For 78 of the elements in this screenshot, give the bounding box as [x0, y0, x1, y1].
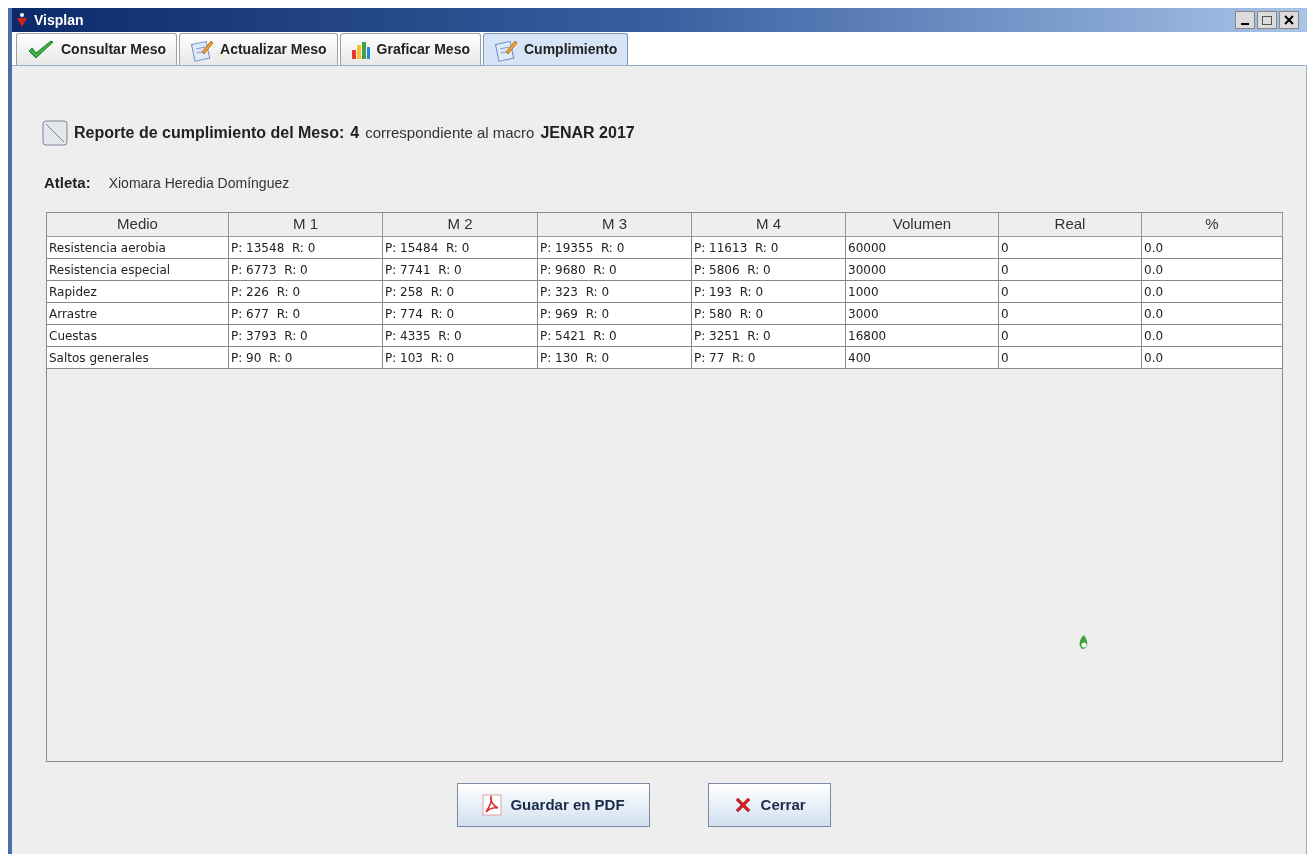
table-cell: P: 9680 R: 0 — [538, 259, 692, 281]
tab[interactable]: Consultar Meso — [16, 33, 177, 65]
table-cell: P: 15484 R: 0 — [383, 237, 538, 259]
table-cell: P: 193 R: 0 — [692, 281, 846, 303]
column-header[interactable]: M 1 — [229, 213, 383, 237]
report-title: Reporte de cumplimiento del Meso: — [74, 123, 345, 143]
table-cell: P: 7741 R: 0 — [383, 259, 538, 281]
table-cell: P: 5421 R: 0 — [538, 325, 692, 347]
table-cell: 0.0 — [1142, 259, 1283, 281]
column-header[interactable]: Real — [999, 213, 1142, 237]
athlete-name: Xiomara Heredia Domínguez — [108, 173, 290, 193]
table-cell: 0.0 — [1142, 303, 1283, 325]
pdf-icon — [482, 794, 503, 816]
table-cell: P: 258 R: 0 — [383, 281, 538, 303]
tab[interactable]: Actualizar Meso — [179, 33, 338, 65]
table-cell: Saltos generales — [47, 347, 229, 369]
column-header[interactable]: M 4 — [692, 213, 846, 237]
table-cell: 1000 — [846, 281, 999, 303]
table-cell: 0 — [999, 281, 1142, 303]
table-cell: P: 90 R: 0 — [229, 347, 383, 369]
table-cell: 0 — [999, 325, 1142, 347]
table-cell: P: 11613 R: 0 — [692, 237, 846, 259]
app-logo-icon — [16, 12, 28, 28]
column-header[interactable]: Medio — [47, 213, 229, 237]
checkmark-icon — [27, 39, 55, 60]
table-cell: P: 6773 R: 0 — [229, 259, 383, 281]
athlete-label: Atleta: — [44, 172, 91, 193]
meso-number: 4 — [350, 123, 360, 143]
table-cell: Cuestas — [47, 325, 229, 347]
table-cell: P: 677 R: 0 — [229, 303, 383, 325]
table-cell: P: 774 R: 0 — [383, 303, 538, 325]
column-header[interactable]: Volumen — [846, 213, 999, 237]
table-cell: 0.0 — [1142, 347, 1283, 369]
document-icon — [42, 120, 68, 146]
close-icon — [1284, 15, 1294, 25]
table-cell: P: 5806 R: 0 — [692, 259, 846, 281]
table-cell: P: 130 R: 0 — [538, 347, 692, 369]
table-cell: Arrastre — [47, 303, 229, 325]
tab[interactable]: Cumplimiento — [483, 33, 629, 65]
table-cell: P: 3251 R: 0 — [692, 325, 846, 347]
tab[interactable]: Graficar Meso — [339, 33, 481, 65]
table-cell: P: 13548 R: 0 — [229, 237, 383, 259]
table-cell: 0.0 — [1142, 325, 1283, 347]
table-cell: 0 — [999, 347, 1142, 369]
table-cell: P: 77 R: 0 — [692, 347, 846, 369]
table-cell: 400 — [846, 347, 999, 369]
column-header[interactable]: M 2 — [383, 213, 538, 237]
column-header[interactable]: % — [1142, 213, 1283, 237]
table-cell: 0.0 — [1142, 281, 1283, 303]
table-cell: Resistencia aerobia — [47, 237, 229, 259]
table-cell: 30000 — [846, 259, 999, 281]
table-cell: P: 19355 R: 0 — [538, 237, 692, 259]
table-cell: 0 — [999, 303, 1142, 325]
table-cell: 3000 — [846, 303, 999, 325]
minimize-button[interactable] — [1235, 11, 1255, 29]
bar-chart-icon — [350, 39, 371, 60]
table-cell: Rapidez — [47, 281, 229, 303]
table-cell: 16800 — [846, 325, 999, 347]
table-cell: 0 — [999, 259, 1142, 281]
table-cell: P: 969 R: 0 — [538, 303, 692, 325]
save-pdf-button[interactable]: Guardar en PDF — [457, 783, 650, 827]
macro-name: JENAR 2017 — [540, 123, 635, 143]
table-cell: P: 3793 R: 0 — [229, 325, 383, 347]
table-cell: P: 103 R: 0 — [383, 347, 538, 369]
close-dialog-button[interactable]: Cerrar — [707, 783, 831, 827]
table-cell: 0.0 — [1142, 237, 1283, 259]
column-header[interactable]: M 3 — [538, 213, 692, 237]
table-cell: 60000 — [846, 237, 999, 259]
maximize-button[interactable] — [1257, 11, 1277, 29]
table-cell: P: 580 R: 0 — [692, 303, 846, 325]
table-cell: P: 4335 R: 0 — [383, 325, 538, 347]
close-button[interactable] — [1279, 11, 1299, 29]
table-cell: 0 — [999, 237, 1142, 259]
table-cell: Resistencia especial — [47, 259, 229, 281]
table-cell: P: 323 R: 0 — [538, 281, 692, 303]
window-title: Visplan — [34, 10, 84, 30]
report-connector: correspondiente al macro — [365, 122, 535, 143]
table-cell: P: 226 R: 0 — [229, 281, 383, 303]
